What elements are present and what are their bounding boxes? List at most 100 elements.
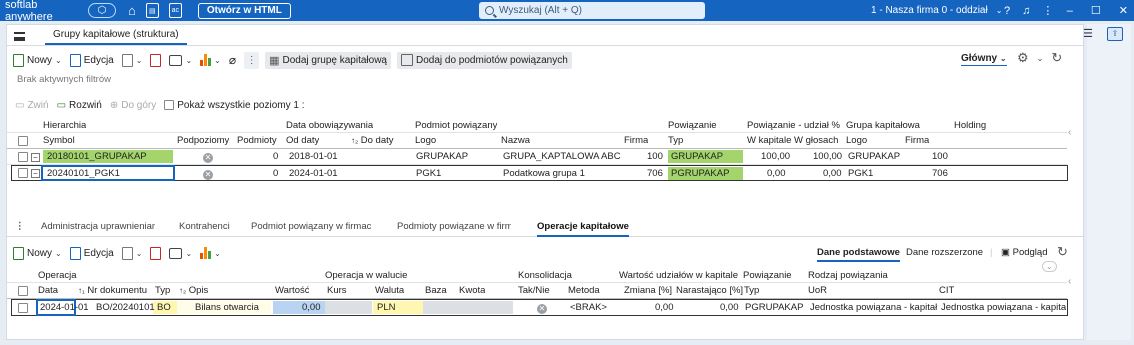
scroll-right-icon[interactable]: ‹: [1068, 127, 1071, 138]
close-icon[interactable]: ✕: [1119, 4, 1128, 17]
preview-button[interactable]: ▣ Podgląd: [1001, 247, 1048, 258]
col-from-date[interactable]: Od daty: [286, 134, 319, 147]
col-type[interactable]: Typ: [155, 284, 170, 297]
minimize-icon[interactable]: –: [1067, 5, 1073, 17]
col-yes-no[interactable]: Tak/Nie: [518, 284, 550, 297]
copy-button[interactable]: ⌄: [121, 53, 142, 67]
collapse-icon: ▭: [15, 99, 25, 111]
add-related-button[interactable]: Dodaj do podmiotów powiązanych: [397, 51, 572, 69]
tab-basic-data[interactable]: Dane podstawowe: [817, 247, 900, 262]
show-all-levels-checkbox[interactable]: Pokaż wszystkie poziomy 1 :: [164, 100, 305, 111]
col-change[interactable]: Zmiana [%]: [624, 284, 672, 297]
chart-operation-button[interactable]: ⌄: [200, 247, 221, 259]
home-icon[interactable]: ⌂: [128, 3, 136, 18]
tab-related-in-firms[interactable]: Podmiot powiązany w firmach: [251, 221, 371, 232]
col-cit[interactable]: CIT: [939, 284, 954, 297]
col-group-firm[interactable]: Firma: [905, 134, 929, 147]
new-doc-icon: [13, 53, 24, 67]
window-icon[interactable]: ▤: [145, 3, 159, 18]
open-html-button[interactable]: Otwórz w HTML: [197, 2, 291, 19]
col-rel-type[interactable]: Typ: [744, 284, 759, 297]
expand-button[interactable]: ▭ Rozwiń: [57, 100, 102, 111]
col-symbol[interactable]: Symbol: [43, 134, 75, 147]
notification-bell-icon[interactable]: ♫: [1022, 5, 1030, 17]
col-type[interactable]: Typ: [668, 134, 683, 147]
refresh-icon[interactable]: ↻: [1051, 50, 1062, 66]
refresh-icon[interactable]: ↻: [1057, 244, 1068, 260]
col-w-votes[interactable]: W głosach: [794, 134, 838, 147]
chevron-down-icon[interactable]: ⌄: [1037, 54, 1044, 63]
tab-capital-operations[interactable]: Operacje kapitałowe: [537, 221, 629, 237]
delete-button[interactable]: [150, 53, 162, 67]
col-sublevels[interactable]: Podpoziomy: [177, 134, 229, 147]
more-vertical-icon[interactable]: ⋮: [15, 221, 25, 232]
col-w-capital[interactable]: W kapitale: [747, 134, 791, 147]
cell-value: 0,00: [302, 302, 321, 313]
maximize-icon[interactable]: ☐: [1091, 4, 1101, 17]
cell-w-capital: 0,00: [767, 168, 786, 179]
delete-icon: [150, 246, 162, 260]
delete-operation-button[interactable]: [150, 246, 162, 260]
col-date[interactable]: Data: [38, 284, 58, 297]
select-all-checkbox[interactable]: [18, 135, 28, 148]
company-selector[interactable]: 1 - Nasza firma 0 - oddział ⌄: [871, 0, 1002, 21]
settings-icon[interactable]: ⚙: [1017, 50, 1029, 66]
col-logo[interactable]: Logo: [415, 134, 436, 147]
collapse-button[interactable]: ▭ Zwiń: [15, 100, 49, 111]
global-search-input[interactable]: Wyszukaj (Alt + Q): [479, 2, 705, 19]
row-expander-icon[interactable]: –: [31, 151, 40, 164]
tab-permissions[interactable]: Administracja uprawnieniami: [41, 221, 155, 232]
col-base[interactable]: Baza: [425, 284, 447, 297]
print-operation-button[interactable]: ⌄: [169, 247, 192, 259]
attachment-button[interactable]: ⌀: [229, 53, 236, 67]
cell-symbol: 20240101_PGK1: [47, 168, 120, 179]
cell-uor: Jednostka powiązana - kapitałow: [810, 302, 937, 313]
print-button[interactable]: ⌄: [169, 54, 192, 66]
chart-button[interactable]: ⌄: [200, 54, 221, 66]
cell-symbol: 20180101_GRUPAKAP: [47, 151, 147, 162]
edit-operation-button[interactable]: Edycja: [69, 246, 114, 260]
more-options-button[interactable]: ⋮: [244, 51, 260, 69]
edit-button[interactable]: Edycja: [69, 53, 114, 67]
workspace-toggle-icon[interactable]: ⬡: [88, 3, 116, 18]
col-doc-no[interactable]: ↑₁ Nr dokumentu: [78, 284, 147, 297]
col-group-logo[interactable]: Logo: [846, 134, 867, 147]
col-rate[interactable]: Kurs: [327, 284, 347, 297]
add-group-button[interactable]: ▦ Dodaj grupę kapitałową: [265, 51, 391, 69]
view-selector[interactable]: Główny ⌄: [961, 53, 1007, 66]
col-to-date[interactable]: ↑₂ Do daty: [351, 134, 394, 147]
col-name[interactable]: Nazwa: [501, 134, 530, 147]
new-button[interactable]: Nowy ⌄: [13, 53, 62, 67]
row-expander-icon[interactable]: –: [31, 167, 40, 180]
tab-capital-groups[interactable]: Grupy kapitałowe (struktura): [45, 27, 187, 45]
col-amount[interactable]: Kwota: [459, 284, 485, 297]
col-desc[interactable]: ↑₂ Opis: [179, 284, 208, 297]
checkbox[interactable]: [164, 100, 175, 110]
tab-related-in-firm[interactable]: Podmioty powiązane w firmie: [397, 221, 511, 232]
tab-extended-data[interactable]: Dane rozszerzone: [906, 247, 983, 258]
col-entities[interactable]: Podmioty: [237, 134, 277, 147]
header-relation: Powiązanie: [668, 120, 717, 131]
row-checkbox[interactable]: [18, 302, 28, 315]
copy-operation-button[interactable]: ⌄: [121, 246, 142, 260]
col-uor[interactable]: UoR: [808, 284, 827, 297]
menu-icon[interactable]: [14, 32, 25, 41]
main-panel: Grupy kapitałowe (struktura) Nowy ⌄ Edycj…: [6, 24, 1084, 340]
help-icon[interactable]: ?: [1004, 5, 1010, 17]
new-operation-button[interactable]: Nowy ⌄: [13, 246, 62, 260]
col-cumulative[interactable]: Narastająco [%]: [676, 284, 743, 297]
col-method[interactable]: Metoda: [568, 284, 600, 297]
calculator-icon[interactable]: ac: [168, 3, 182, 18]
row-checkbox[interactable]: [18, 167, 28, 180]
up-button[interactable]: ⊕ Do góry: [110, 100, 156, 111]
scroll-right-icon[interactable]: ‹: [1068, 276, 1071, 287]
x-circle-icon: ✕: [203, 170, 213, 180]
tab-contractors[interactable]: Kontrahenci: [179, 221, 230, 232]
row-checkbox[interactable]: [18, 151, 28, 164]
share-icon[interactable]: ⇪: [1107, 27, 1123, 41]
more-vertical-icon[interactable]: ⋮: [1042, 4, 1053, 17]
col-value[interactable]: Wartość: [275, 284, 309, 297]
select-all-checkbox[interactable]: [18, 285, 28, 298]
col-currency[interactable]: Waluta: [375, 284, 404, 297]
col-firm[interactable]: Firma: [624, 134, 648, 147]
